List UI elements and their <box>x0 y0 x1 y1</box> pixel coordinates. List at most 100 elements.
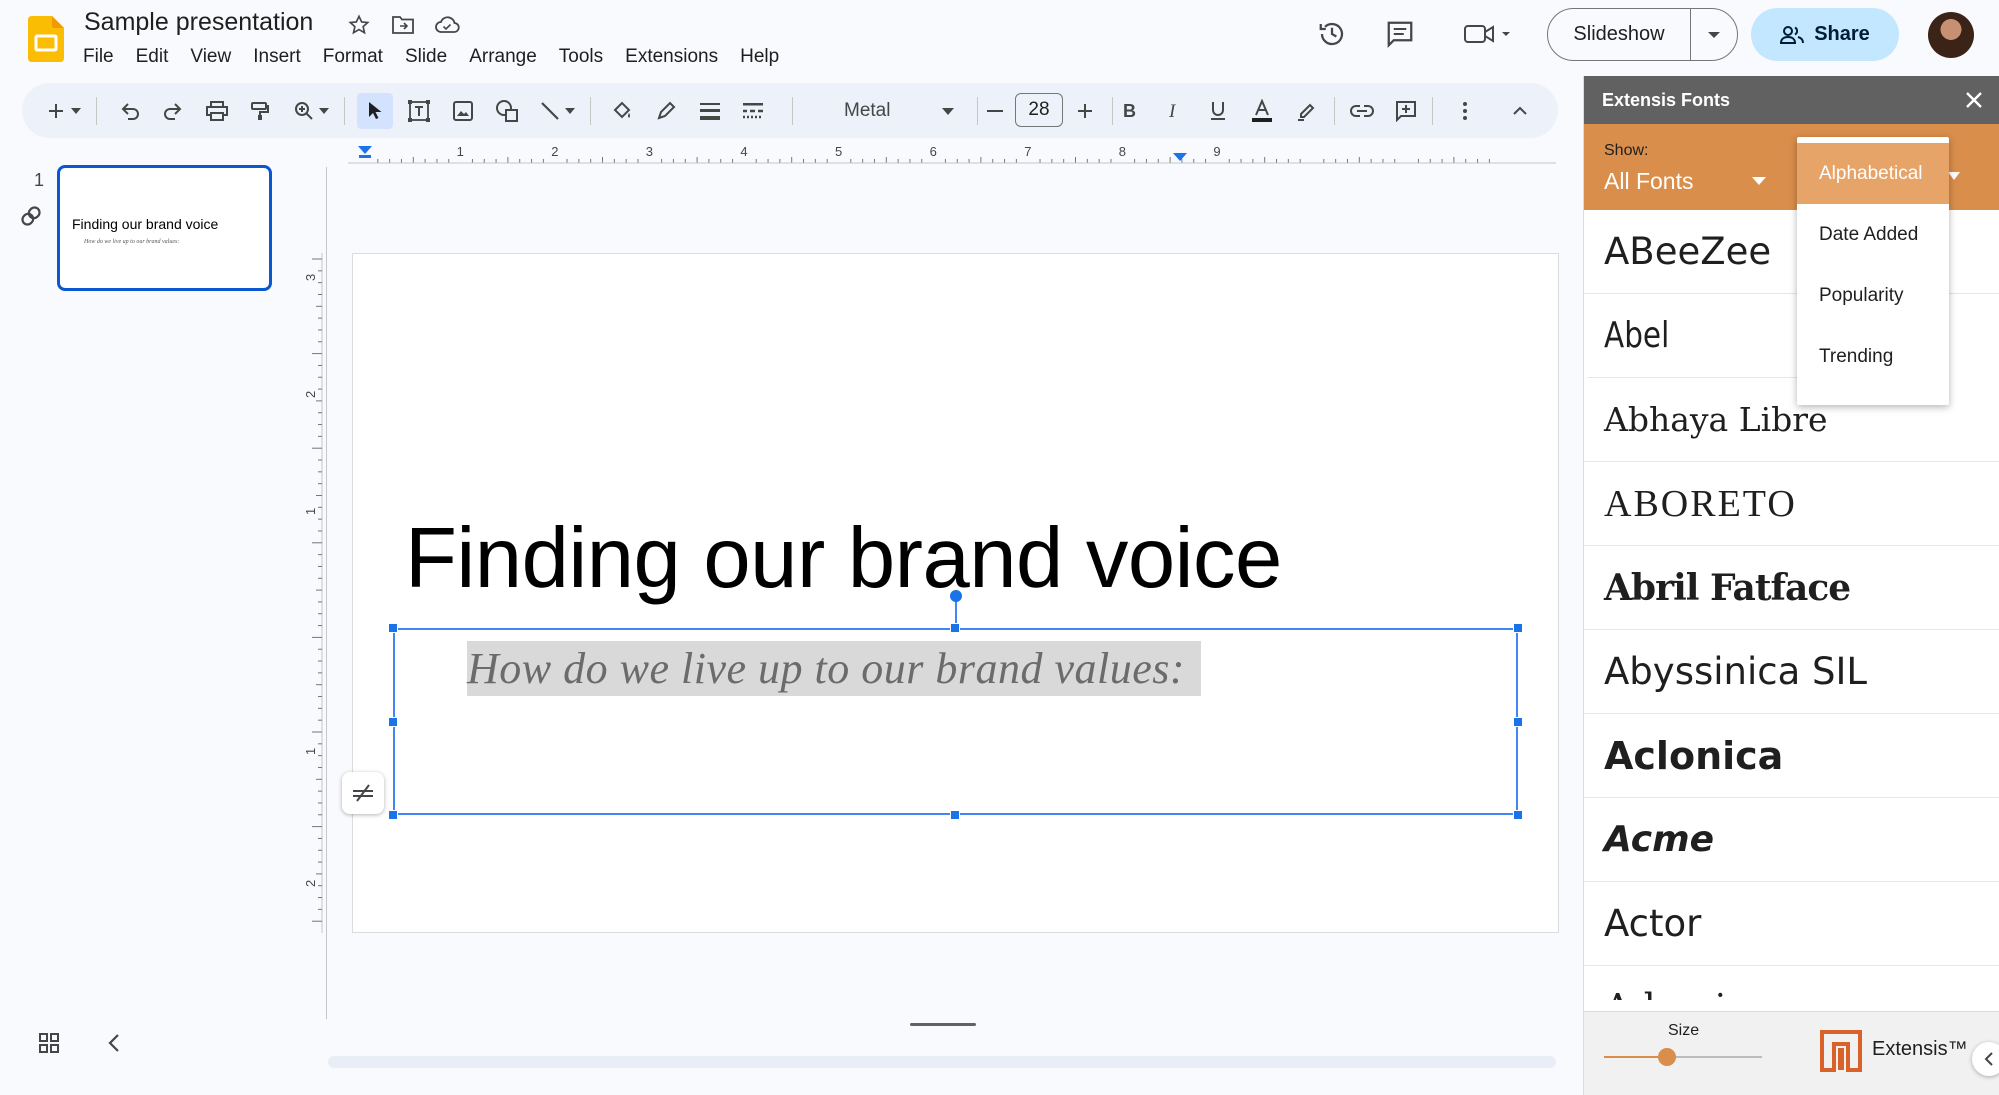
horizontal-ruler[interactable]: 1 2 3 4 5 6 7 8 9 <box>348 143 1556 167</box>
grid-view-icon[interactable] <box>38 1032 60 1054</box>
size-slider-knob[interactable] <box>1658 1048 1677 1066</box>
resize-handle[interactable] <box>388 810 398 820</box>
fill-color-icon[interactable] <box>604 93 640 129</box>
meet-video-icon[interactable] <box>1457 14 1517 54</box>
vertical-ruler[interactable]: 3 2 1 1 2 <box>300 253 324 933</box>
menu-arrange[interactable]: Arrange <box>458 44 548 70</box>
menu-format[interactable]: Format <box>312 44 394 70</box>
resize-handle[interactable] <box>950 810 960 820</box>
rotate-handle[interactable] <box>950 590 962 602</box>
border-color-icon[interactable] <box>648 93 684 129</box>
font-list-item[interactable]: Acme <box>1584 798 1999 882</box>
menu-extensions[interactable]: Extensions <box>614 44 729 70</box>
slide-subtitle[interactable]: How do we live up to our brand values: <box>467 641 1202 696</box>
ruler-label: 4 <box>740 144 747 159</box>
menu-insert[interactable]: Insert <box>242 44 312 70</box>
sort-option-trending[interactable]: Trending <box>1797 326 1949 387</box>
slide-thumbnail[interactable]: Finding our brand voice How do we live u… <box>57 165 272 291</box>
size-label: Size <box>1668 1022 1700 1039</box>
collapse-filmstrip-icon[interactable] <box>107 1032 121 1054</box>
horizontal-scrollbar[interactable] <box>328 1056 1556 1068</box>
resize-handle[interactable] <box>1513 717 1523 727</box>
insert-image-icon[interactable] <box>445 93 481 129</box>
speaker-notes-handle[interactable] <box>910 1023 976 1026</box>
add-comment-icon[interactable] <box>1388 93 1424 129</box>
slide-title[interactable]: Finding our brand voice <box>405 510 1282 608</box>
chevron-down-icon <box>1752 177 1766 185</box>
sort-dropdown-menu: Alphabetical Date Added Popularity Trend… <box>1797 137 1949 405</box>
resize-handle[interactable] <box>388 623 398 633</box>
document-title[interactable]: Sample presentation <box>84 8 313 37</box>
sort-option-popularity[interactable]: Popularity <box>1797 265 1949 326</box>
resize-handle[interactable] <box>950 623 960 633</box>
shape-icon[interactable] <box>489 93 525 129</box>
paint-format-icon[interactable] <box>242 93 278 129</box>
font-list-item[interactable]: Abril Fatface <box>1584 546 1999 630</box>
font-size-input[interactable]: 28 <box>1015 93 1063 127</box>
undo-icon[interactable] <box>112 93 148 129</box>
insert-link-icon[interactable] <box>1344 93 1380 129</box>
menu-tools[interactable]: Tools <box>548 44 614 70</box>
move-folder-icon[interactable] <box>388 10 418 40</box>
menu-edit[interactable]: Edit <box>125 44 180 70</box>
size-slider[interactable] <box>1604 1048 1762 1066</box>
show-filter-select[interactable]: All Fonts <box>1604 164 1774 198</box>
print-icon[interactable] <box>199 93 235 129</box>
font-list-item[interactable]: ABORETO <box>1584 462 1999 546</box>
collapse-side-panel-button[interactable] <box>1972 1042 1999 1076</box>
text-box-icon[interactable] <box>401 93 437 129</box>
increase-font-size-icon[interactable] <box>1067 93 1103 129</box>
show-label: Show: <box>1604 142 1649 159</box>
strikethrough-lines-icon <box>353 784 373 802</box>
text-color-icon[interactable] <box>1244 93 1280 129</box>
redo-icon[interactable] <box>155 93 191 129</box>
star-icon[interactable] <box>344 10 374 40</box>
user-avatar[interactable] <box>1928 12 1974 58</box>
sort-option-date-added[interactable]: Date Added <box>1797 204 1949 265</box>
ruler-label: 2 <box>303 391 318 398</box>
resize-handle[interactable] <box>388 717 398 727</box>
menu-file[interactable]: File <box>72 44 125 70</box>
share-button[interactable]: Share <box>1751 8 1899 61</box>
slides-logo-icon[interactable] <box>28 16 64 62</box>
menu-view[interactable]: View <box>179 44 242 70</box>
resize-handle[interactable] <box>1513 810 1523 820</box>
collapse-toolbar-icon[interactable] <box>1502 93 1538 129</box>
font-list-item[interactable]: Actor <box>1584 882 1999 966</box>
font-family-select[interactable]: Metal <box>824 93 964 129</box>
border-dash-icon[interactable] <box>735 93 771 129</box>
highlight-color-icon[interactable] <box>1288 93 1324 129</box>
menu-help[interactable]: Help <box>729 44 790 70</box>
more-options-icon[interactable] <box>1447 93 1483 129</box>
ruler-label: 9 <box>1213 144 1220 159</box>
version-history-icon[interactable] <box>1312 14 1352 54</box>
border-weight-icon[interactable] <box>692 93 728 129</box>
zoom-dropdown-icon[interactable] <box>314 93 334 129</box>
underline-icon[interactable] <box>1200 93 1236 129</box>
close-icon[interactable] <box>1962 88 1986 112</box>
sort-dropdown-arrow-icon[interactable] <box>1948 172 1960 180</box>
panel-header: Extensis Fonts <box>1584 76 1999 124</box>
linked-object-icon[interactable] <box>18 203 44 229</box>
line-dropdown-icon[interactable] <box>560 93 580 129</box>
comments-icon[interactable] <box>1380 14 1420 54</box>
sort-option-alphabetical[interactable]: Alphabetical <box>1797 143 1949 204</box>
hide-suggestions-button[interactable] <box>342 772 384 814</box>
new-slide-dropdown-icon[interactable] <box>66 93 86 129</box>
slideshow-dropdown-icon[interactable] <box>1691 9 1737 60</box>
cloud-saved-icon[interactable] <box>432 10 462 40</box>
font-list-item[interactable]: Adamina <box>1584 966 1999 1001</box>
panel-title: Extensis Fonts <box>1602 89 1731 110</box>
font-list-item[interactable]: Abyssinica SIL <box>1584 630 1999 714</box>
ruler-label: 5 <box>835 144 842 159</box>
bold-icon[interactable]: B <box>1112 93 1148 129</box>
panel-footer: Size Extensis™ <box>1584 1011 1999 1095</box>
decrease-font-size-icon[interactable] <box>977 93 1013 129</box>
select-pointer-icon[interactable] <box>357 93 393 129</box>
font-list-item[interactable]: Aclonica <box>1584 714 1999 798</box>
menu-slide[interactable]: Slide <box>394 44 458 70</box>
italic-icon[interactable]: I <box>1156 93 1192 129</box>
resize-handle[interactable] <box>1513 623 1523 633</box>
extensis-logo-icon <box>1820 1030 1862 1072</box>
slideshow-button[interactable]: Slideshow <box>1548 9 1691 60</box>
